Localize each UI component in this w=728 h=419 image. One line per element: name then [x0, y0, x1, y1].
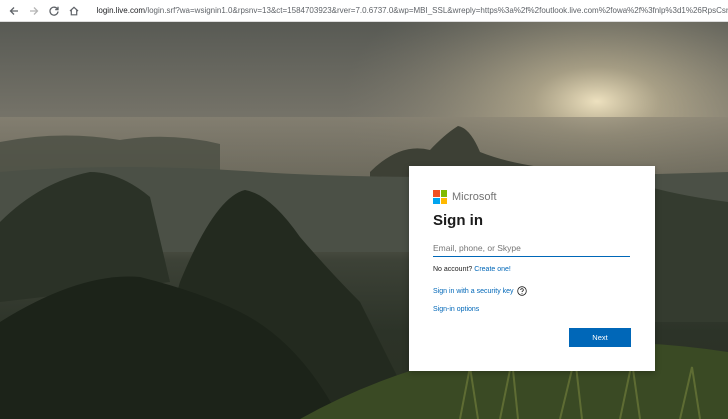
- browser-toolbar: login.live.com/login.srf?wa=wsignin1.0&r…: [0, 0, 728, 22]
- address-bar[interactable]: login.live.com/login.srf?wa=wsignin1.0&r…: [92, 2, 728, 20]
- security-key-link[interactable]: Sign in with a security key: [433, 288, 514, 295]
- help-icon[interactable]: [516, 286, 527, 296]
- security-key-row: Sign in with a security key: [433, 286, 527, 296]
- signin-options: Sign-in options: [433, 306, 479, 313]
- microsoft-logo-icon: [433, 190, 447, 204]
- signin-options-link[interactable]: Sign-in options: [433, 306, 479, 313]
- brand-name: Microsoft: [452, 191, 497, 203]
- reload-icon[interactable]: [46, 3, 62, 19]
- email-field[interactable]: [433, 239, 630, 257]
- url-path: /login.srf?wa=wsignin1.0&rpsnv=13&ct=158…: [145, 6, 728, 15]
- create-account-link[interactable]: Create one!: [474, 266, 511, 273]
- next-button[interactable]: Next: [569, 328, 631, 347]
- no-account-text: No account? Create one!: [433, 266, 511, 273]
- page-title: Sign in: [433, 212, 483, 229]
- microsoft-brand: Microsoft: [433, 190, 497, 204]
- arrow-right-icon[interactable]: [26, 3, 42, 19]
- arrow-left-icon[interactable]: [6, 3, 22, 19]
- url-host: login.live.com: [96, 6, 146, 15]
- home-icon[interactable]: [66, 3, 82, 19]
- no-account-label: No account?: [433, 266, 473, 273]
- signin-card: Microsoft Sign in No account? Create one…: [409, 166, 655, 371]
